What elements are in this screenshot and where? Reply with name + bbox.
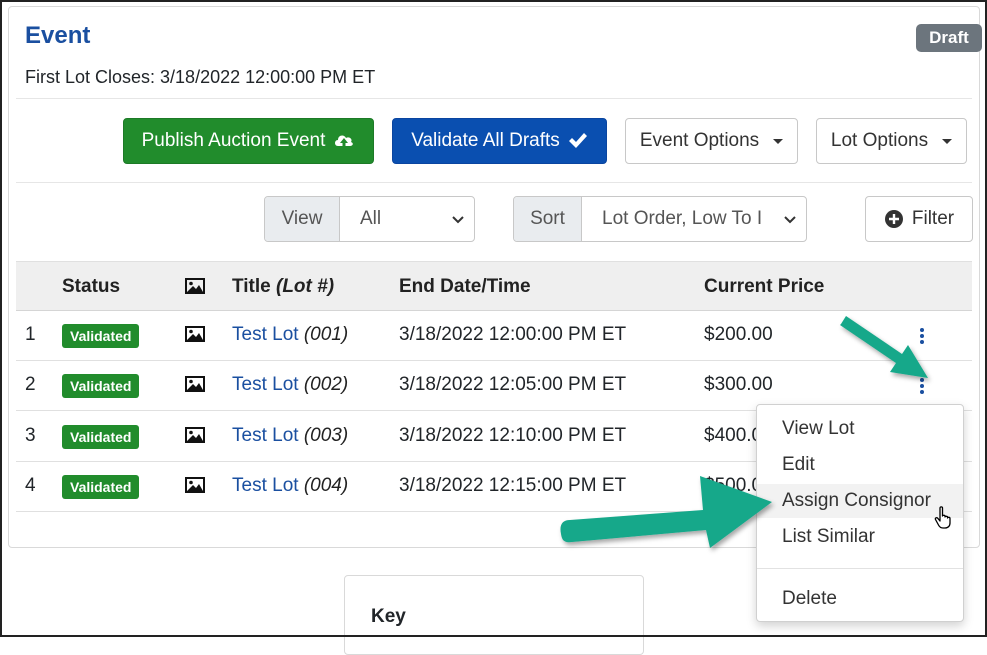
row-actions-kebab-icon[interactable] — [919, 327, 925, 345]
status-badge: Validated — [62, 324, 140, 348]
current-price: $300.00 — [704, 374, 773, 395]
sort-select[interactable]: Lot Order, Low To I — [582, 197, 806, 241]
row-number: 4 — [25, 475, 36, 496]
menu-item-view-lot[interactable]: View Lot — [757, 412, 963, 446]
filter-button[interactable]: Filter — [865, 196, 973, 242]
menu-item-delete[interactable]: Delete — [757, 582, 963, 616]
checkmark-icon — [568, 133, 587, 148]
current-price: $200.00 — [704, 324, 773, 345]
page-title: Event — [25, 22, 91, 49]
sort-label: Sort — [514, 197, 582, 241]
view-select[interactable]: All — [340, 197, 474, 241]
status-badge: Draft — [916, 24, 982, 52]
column-header-title: Title (Lot #) — [232, 276, 335, 297]
column-header-status: Status — [62, 276, 121, 297]
divider — [16, 98, 972, 99]
end-date-time: 3/18/2022 12:05:00 PM ET — [399, 374, 627, 395]
event-options-label: Event Options — [639, 130, 760, 151]
row-number: 3 — [25, 425, 36, 446]
row-actions-kebab-icon[interactable] — [919, 377, 925, 395]
table-row: 1 Validated Test Lot (001) 3/18/2022 12:00:… — [16, 311, 972, 361]
table-header: Status Title (Lot #) End Date/Time Curre… — [16, 261, 972, 311]
hand-pointer-icon — [934, 506, 951, 529]
column-header-current-price: Current Price — [704, 276, 825, 297]
image-icon — [185, 427, 205, 443]
image-icon — [185, 326, 205, 342]
menu-item-list-similar[interactable]: List Similar — [757, 520, 963, 554]
menu-item-assign-consignor[interactable]: Assign Consignor — [757, 484, 963, 518]
chevron-down-icon — [452, 216, 464, 224]
chevron-down-icon — [784, 216, 796, 224]
validate-button-label: Validate All Drafts — [411, 130, 560, 151]
current-price: $400.0 — [704, 425, 763, 446]
lot-options-label: Lot Options — [830, 130, 929, 151]
validate-all-drafts-button[interactable]: Validate All Drafts — [392, 118, 607, 164]
filter-label: Filter — [911, 208, 955, 229]
end-date-time: 3/18/2022 12:15:00 PM ET — [399, 475, 627, 496]
sort-selected-value: Lot Order, Low To I — [602, 208, 763, 229]
lot-title-link[interactable]: Test Lot (001) — [232, 324, 348, 346]
caret-down-icon — [773, 138, 784, 144]
current-price: $500.0 — [704, 475, 763, 496]
sort-select-group[interactable]: Sort Lot Order, Low To I — [513, 196, 807, 242]
menu-divider — [757, 568, 963, 569]
end-date-time: 3/18/2022 12:00:00 PM ET — [399, 324, 627, 345]
lot-title-link[interactable]: Test Lot (003) — [232, 425, 348, 447]
status-badge: Validated — [62, 425, 140, 449]
event-options-button[interactable]: Event Options — [625, 118, 798, 164]
publish-auction-event-button[interactable]: Publish Auction Event — [123, 118, 374, 164]
status-badge: Validated — [62, 374, 140, 398]
row-number: 2 — [25, 374, 36, 395]
plus-circle-icon — [884, 210, 903, 228]
key-title: Key — [371, 606, 406, 627]
lot-title-link[interactable]: Test Lot (004) — [232, 475, 348, 497]
image-icon — [185, 278, 205, 294]
row-number: 1 — [25, 324, 36, 345]
status-badge: Validated — [62, 475, 140, 499]
view-label: View — [265, 197, 340, 241]
publish-button-label: Publish Auction Event — [141, 130, 326, 151]
view-selected-value: All — [360, 208, 382, 229]
column-header-end-date: End Date/Time — [399, 276, 531, 297]
first-lot-closes: First Lot Closes: 3/18/2022 12:00:00 PM … — [25, 67, 376, 87]
divider — [16, 182, 972, 183]
cloud-upload-icon — [335, 135, 354, 149]
end-date-time: 3/18/2022 12:10:00 PM ET — [399, 425, 627, 446]
menu-item-edit[interactable]: Edit — [757, 448, 963, 482]
key-panel: Key — [344, 575, 644, 655]
lot-title-link[interactable]: Test Lot (002) — [232, 374, 348, 396]
row-actions-menu: View Lot Edit Assign Consignor List Simi… — [756, 404, 964, 622]
image-icon — [185, 376, 205, 392]
lot-options-button[interactable]: Lot Options — [816, 118, 967, 164]
view-select-group[interactable]: View All — [264, 196, 475, 242]
image-icon — [185, 477, 205, 493]
caret-down-icon — [942, 138, 953, 144]
